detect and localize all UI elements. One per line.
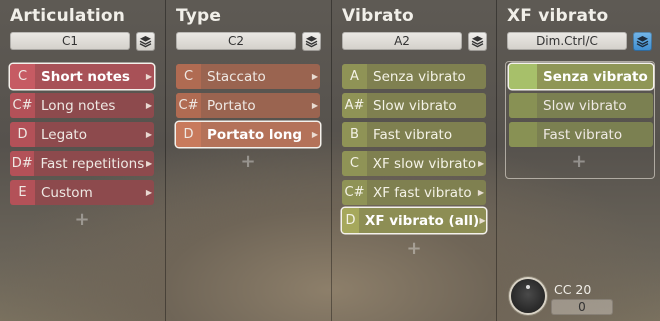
chevron-right-icon: ▶ xyxy=(311,72,319,81)
chevron-right-icon: ▶ xyxy=(145,72,153,81)
add-articulation-button[interactable]: + xyxy=(72,209,92,230)
articulation-layers-button[interactable] xyxy=(136,32,155,51)
item-label: Staccato xyxy=(207,68,266,85)
note-label: C# xyxy=(10,93,35,118)
note-swatch xyxy=(509,64,537,89)
chevron-right-icon: ▶ xyxy=(146,159,153,168)
note-label: C# xyxy=(176,93,201,118)
chevron-right-icon: ▶ xyxy=(145,101,153,110)
note-label: C xyxy=(10,64,35,89)
xf-vibrato-layers-button[interactable] xyxy=(633,32,652,51)
item-label: Portato long xyxy=(207,126,302,143)
type-item-staccato[interactable]: C Staccato ▶ xyxy=(176,64,320,89)
vibrato-item-xf-vibrato-all[interactable]: D XF vibrato (all) ▶ xyxy=(342,208,486,233)
note-label: D# xyxy=(10,151,35,176)
item-label: XF vibrato (all) xyxy=(364,212,480,229)
xf-vibrato-select-row: Dim.Ctrl/C xyxy=(507,32,653,51)
articulation-item-custom[interactable]: E Custom ▶ xyxy=(10,180,154,205)
item-label: Portato xyxy=(207,97,256,114)
item-label: Fast vibrato xyxy=(373,126,453,143)
xf-item-senza-vibrato[interactable]: Senza vibrato xyxy=(509,64,653,89)
chevron-right-icon: ▶ xyxy=(145,188,153,197)
articulation-item-legato[interactable]: D Legato ▶ xyxy=(10,122,154,147)
vibrato-item-xf-slow-vibrato[interactable]: C XF slow vibrato ▶ xyxy=(342,151,486,176)
articulation-item-short-notes[interactable]: C Short notes ▶ xyxy=(10,64,154,89)
type-item-portato-long[interactable]: D Portato long ▶ xyxy=(176,122,320,147)
vibrato-column: Vibrato A2 A Senza vibrato A# Slow vibra… xyxy=(331,0,496,321)
layers-icon xyxy=(471,36,484,48)
item-label: XF fast vibrato xyxy=(373,184,472,201)
item-label: Long notes xyxy=(41,97,116,114)
item-label: Legato xyxy=(41,126,87,143)
chevron-right-icon: ▶ xyxy=(477,159,485,168)
articulation-title: Articulation xyxy=(10,6,126,26)
xf-vibrato-title: XF vibrato xyxy=(507,6,609,26)
note-label: C xyxy=(176,64,201,89)
item-label: XF slow vibrato xyxy=(372,155,477,172)
note-swatch xyxy=(509,93,537,118)
vibrato-select[interactable]: A2 xyxy=(342,32,462,50)
type-select-row: C2 xyxy=(176,32,322,51)
vibrato-title: Vibrato xyxy=(342,6,414,26)
note-label: B xyxy=(342,122,367,147)
articulation-select[interactable]: C1 xyxy=(10,32,130,50)
note-swatch xyxy=(509,122,537,147)
note-label: A# xyxy=(342,93,367,118)
note-label: D xyxy=(342,208,359,233)
articulation-item-fast-repetitions[interactable]: D# Fast repetitions ▶ xyxy=(10,151,154,176)
item-label: Custom xyxy=(41,184,93,201)
xf-item-fast-vibrato[interactable]: Fast vibrato xyxy=(509,122,653,147)
chevron-right-icon: ▶ xyxy=(479,216,486,225)
item-label: Slow vibrato xyxy=(373,97,457,114)
chevron-right-icon: ▶ xyxy=(145,130,153,139)
type-item-portato[interactable]: C# Portato ▶ xyxy=(176,93,320,118)
note-label: D xyxy=(10,122,35,147)
xf-vibrato-select[interactable]: Dim.Ctrl/C xyxy=(507,32,627,50)
item-label: Fast vibrato xyxy=(543,126,623,143)
knob-icon[interactable] xyxy=(511,279,545,313)
chevron-right-icon: ▶ xyxy=(311,130,319,139)
note-label: E xyxy=(10,180,35,205)
layers-icon xyxy=(305,36,318,48)
note-label: C xyxy=(342,151,367,176)
articulation-item-long-notes[interactable]: C# Long notes ▶ xyxy=(10,93,154,118)
vibrato-item-senza-vibrato[interactable]: A Senza vibrato xyxy=(342,64,486,89)
item-label: Short notes xyxy=(41,68,130,85)
add-vibrato-button[interactable]: + xyxy=(404,238,424,259)
type-title: Type xyxy=(176,6,222,26)
item-label: Slow vibrato xyxy=(543,97,627,114)
note-label: A xyxy=(342,64,367,89)
xf-item-slow-vibrato[interactable]: Slow vibrato xyxy=(509,93,653,118)
item-label: Fast repetitions xyxy=(40,155,145,172)
add-type-button[interactable]: + xyxy=(238,151,258,172)
knob-indicator xyxy=(526,285,530,289)
note-label: C# xyxy=(342,180,367,205)
xf-vibrato-column: XF vibrato Dim.Ctrl/C Senza vibrato Slow… xyxy=(496,0,660,321)
vibrato-layers-button[interactable] xyxy=(468,32,487,51)
type-column: Type C2 C Staccato ▶ C# Portato ▶ D Port… xyxy=(165,0,331,321)
item-label: Senza vibrato xyxy=(543,68,648,85)
vibrato-item-xf-fast-vibrato[interactable]: C# XF fast vibrato ▶ xyxy=(342,180,486,205)
cc-value-field[interactable]: 0 xyxy=(551,299,613,315)
chevron-right-icon: ▶ xyxy=(311,101,319,110)
layers-icon xyxy=(636,36,649,48)
add-xf-vibrato-button[interactable]: + xyxy=(569,151,589,172)
articulation-select-row: C1 xyxy=(10,32,156,51)
articulation-column: Articulation C1 C Short notes ▶ C# Long … xyxy=(0,0,164,321)
note-label: D xyxy=(176,122,201,147)
cc-label: CC 20 xyxy=(554,282,592,297)
type-select[interactable]: C2 xyxy=(176,32,296,50)
vibrato-select-row: A2 xyxy=(342,32,488,51)
vibrato-item-slow-vibrato[interactable]: A# Slow vibrato xyxy=(342,93,486,118)
layers-icon xyxy=(139,36,152,48)
type-layers-button[interactable] xyxy=(302,32,321,51)
chevron-right-icon: ▶ xyxy=(477,188,485,197)
item-label: Senza vibrato xyxy=(373,68,466,85)
vibrato-item-fast-vibrato[interactable]: B Fast vibrato xyxy=(342,122,486,147)
